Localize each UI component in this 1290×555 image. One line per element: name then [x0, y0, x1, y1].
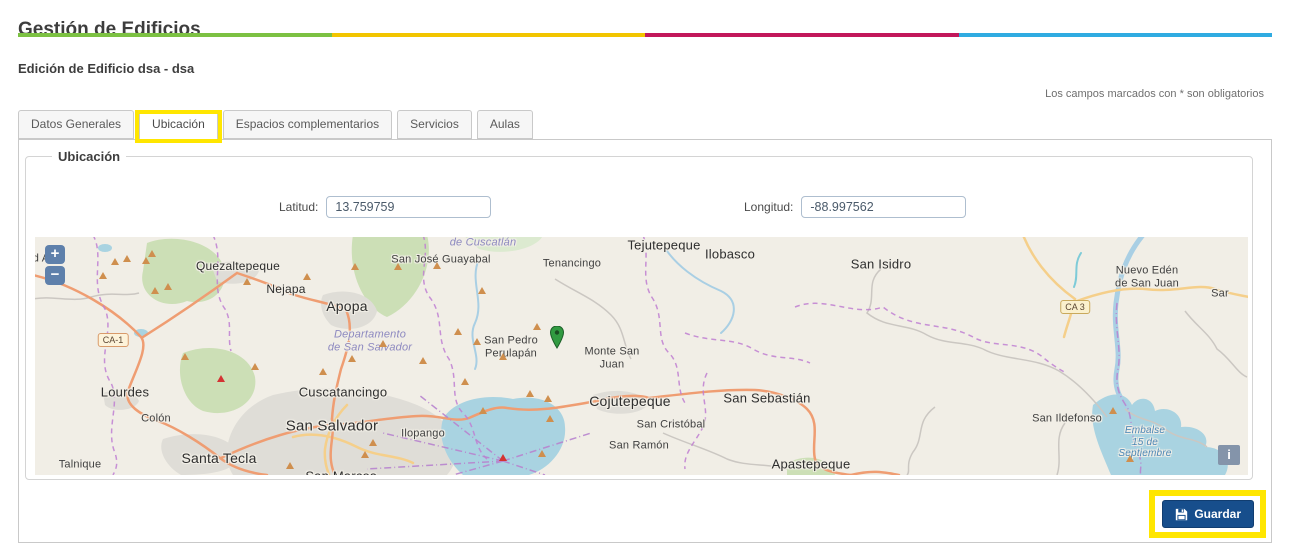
- tab-datos-generales[interactable]: Datos Generales: [18, 110, 134, 139]
- peak-icon: [379, 340, 387, 347]
- edit-subtitle: Edición de Edificio dsa - dsa: [18, 61, 194, 76]
- peak-icon: [419, 357, 427, 364]
- peak-icon: [1109, 407, 1117, 414]
- volcano-icon: [499, 454, 507, 461]
- save-icon: [1175, 508, 1188, 521]
- map-base-tiles: [35, 237, 1248, 475]
- peak-icon: [319, 368, 327, 375]
- save-button[interactable]: Guardar: [1162, 500, 1254, 528]
- longitude-label: Longitud:: [744, 200, 793, 214]
- peak-icon: [473, 338, 481, 345]
- latitude-label: Latitud:: [279, 200, 318, 214]
- divider-segment-green: [18, 33, 332, 37]
- peak-icon: [243, 278, 251, 285]
- zoom-in-button[interactable]: +: [45, 245, 65, 264]
- peak-icon: [478, 287, 486, 294]
- tab-ubicacion-label: Ubicación: [152, 117, 205, 131]
- map-canvas[interactable]: + − i d ArceQuezaltepequeNejapaApopade C…: [35, 237, 1248, 475]
- peak-icon: [544, 395, 552, 402]
- tab-ubicacion[interactable]: Ubicación: [139, 110, 218, 141]
- ubicacion-fieldset: Ubicación Latitud: Longitud:: [25, 149, 1253, 480]
- peak-icon: [526, 390, 534, 397]
- peak-icon: [123, 255, 131, 262]
- tab-servicios[interactable]: Servicios: [397, 110, 472, 139]
- map-zoom-controls: + −: [45, 245, 65, 287]
- divider-segment-blue: [959, 33, 1273, 37]
- divider-segment-yellow: [332, 33, 646, 37]
- peak-icon: [533, 323, 541, 330]
- peak-icon: [181, 353, 189, 360]
- peak-icon: [251, 363, 259, 370]
- latitude-input[interactable]: [326, 196, 491, 218]
- peak-icon: [151, 287, 159, 294]
- map-attribution-info-button[interactable]: i: [1218, 445, 1240, 465]
- map-marker-icon[interactable]: [550, 326, 564, 354]
- tab-bar: Datos Generales Ubicación Espacios compl…: [18, 110, 538, 141]
- peak-icon: [479, 407, 487, 414]
- tab-aulas[interactable]: Aulas: [477, 110, 533, 139]
- peak-icon: [142, 257, 150, 264]
- zoom-out-button[interactable]: −: [45, 266, 65, 285]
- peak-icon: [454, 328, 462, 335]
- save-button-area: Guardar: [1162, 500, 1254, 528]
- peak-icon: [348, 355, 356, 362]
- fieldset-legend: Ubicación: [52, 149, 126, 164]
- peak-icon: [394, 263, 402, 270]
- save-button-label: Guardar: [1194, 507, 1241, 521]
- peak-icon: [164, 283, 172, 290]
- page-title: Gestión de Edificios: [18, 19, 201, 41]
- peak-icon: [351, 263, 359, 270]
- peak-icon: [148, 250, 156, 257]
- peak-icon: [546, 415, 554, 422]
- peak-icon: [111, 258, 119, 265]
- peak-icon: [361, 451, 369, 458]
- peak-icon: [99, 272, 107, 279]
- peak-icon: [286, 462, 294, 469]
- peak-icon: [1126, 455, 1134, 462]
- tab-espacios-complementarios[interactable]: Espacios complementarios: [223, 110, 392, 139]
- divider-segment-pink: [645, 33, 959, 37]
- volcano-icon: [217, 375, 225, 382]
- brand-divider-bar: [18, 33, 1272, 37]
- required-fields-note: Los campos marcados con * son obligatori…: [1045, 88, 1264, 100]
- peak-icon: [538, 450, 546, 457]
- peak-icon: [433, 262, 441, 269]
- peak-icon: [461, 378, 469, 385]
- longitude-input[interactable]: [801, 196, 966, 218]
- peak-icon: [303, 273, 311, 280]
- peak-icon: [499, 353, 507, 360]
- tab-content-panel: Ubicación Latitud: Longitud:: [18, 139, 1272, 543]
- peak-icon: [369, 439, 377, 446]
